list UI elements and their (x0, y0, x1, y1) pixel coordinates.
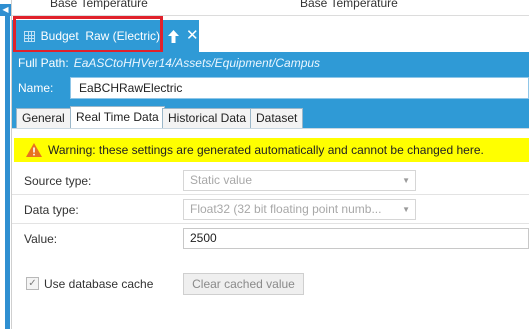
pin-icon[interactable] (168, 29, 180, 43)
data-type-label: Data type: (24, 203, 79, 217)
document-tab-header: Budget Raw (Electric) ✕ (12, 16, 529, 53)
close-icon[interactable]: ✕ (186, 28, 199, 43)
value-row: Value: 2500 (12, 225, 529, 253)
tab-content-real-time-data: Warning: these settings are generated au… (12, 128, 529, 329)
background-left-accent (5, 16, 10, 329)
value-input[interactable]: 2500 (183, 228, 529, 249)
data-type-select[interactable]: Float32 (32 bit floating point numb... ▼ (183, 199, 416, 220)
background-left-pane: ◀ (0, 0, 12, 329)
cache-row: ✓ Use database cache Clear cached value (12, 272, 529, 298)
data-type-value: Float32 (32 bit floating point numb... (190, 202, 382, 216)
source-type-select[interactable]: Static value ▼ (183, 170, 416, 191)
name-bar: Name: (12, 74, 529, 102)
background-column-text: Base Temperature (50, 0, 148, 10)
source-type-label: Source type: (24, 174, 92, 188)
tab-dataset[interactable]: Dataset (250, 108, 304, 128)
use-cache-checkbox[interactable]: ✓ (26, 277, 39, 290)
use-cache-label: Use database cache (44, 277, 154, 291)
clear-cache-button[interactable]: Clear cached value (183, 273, 304, 295)
value-label: Value: (24, 232, 58, 246)
name-input[interactable] (70, 77, 529, 99)
source-type-row: Source type: Static value ▼ (12, 167, 529, 195)
data-type-row: Data type: Float32 (32 bit floating poin… (12, 196, 529, 224)
tab-real-time-data[interactable]: Real Time Data (70, 106, 165, 128)
source-type-value: Static value (190, 173, 253, 187)
background-window-header: Base Temperature Base Temperature (0, 0, 529, 16)
warning-banner: Warning: these settings are generated au… (14, 138, 529, 162)
chevron-down-icon: ▼ (402, 176, 410, 185)
chevron-down-icon: ▼ (402, 205, 410, 214)
annotation-highlight-box (13, 16, 163, 53)
property-tabs: General Real Time Data Historical Data D… (12, 102, 529, 128)
full-path-value: EaASCtoHHVer14/Assets/Equipment/Campus (73, 56, 321, 70)
background-column-text: Base Temperature (300, 0, 398, 10)
full-path-label: Full Path: (18, 56, 69, 70)
properties-panel: Budget Raw (Electric) ✕ Full Path: EaASC… (12, 16, 529, 329)
name-label: Name: (18, 81, 54, 95)
value-text: 2500 (190, 231, 217, 245)
collapse-left-icon[interactable]: ◀ (0, 4, 11, 16)
warning-text: Warning: these settings are generated au… (48, 143, 484, 157)
tab-historical-data[interactable]: Historical Data (162, 108, 253, 128)
warning-icon (26, 143, 42, 157)
full-path-bar: Full Path: EaASCtoHHVer14/Assets/Equipme… (12, 52, 529, 74)
tab-general[interactable]: General (16, 108, 71, 128)
